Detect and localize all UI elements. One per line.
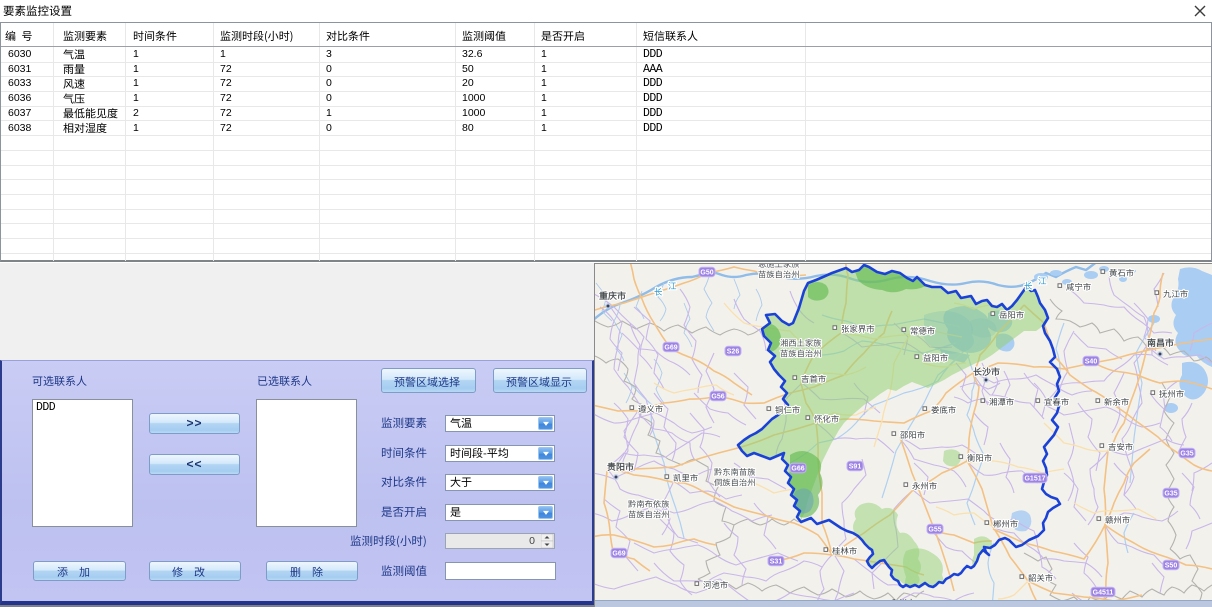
svg-text:G56: G56: [711, 394, 724, 401]
svg-text:G69: G69: [612, 551, 625, 558]
svg-text:G35: G35: [1180, 451, 1193, 458]
svg-text:G66: G66: [791, 466, 804, 473]
svg-text:G69: G69: [664, 345, 677, 352]
svg-text:S31: S31: [770, 559, 783, 566]
svg-text:S26: S26: [727, 349, 740, 356]
svg-text:S50: S50: [1165, 563, 1178, 570]
svg-text:G1517: G1517: [1024, 476, 1045, 483]
svg-text:S91: S91: [849, 464, 862, 471]
svg-text:G35: G35: [1164, 491, 1177, 498]
svg-text:G50: G50: [700, 270, 713, 277]
svg-text:G4511: G4511: [1093, 590, 1114, 597]
svg-text:S40: S40: [1085, 359, 1098, 366]
svg-text:G55: G55: [928, 527, 941, 534]
